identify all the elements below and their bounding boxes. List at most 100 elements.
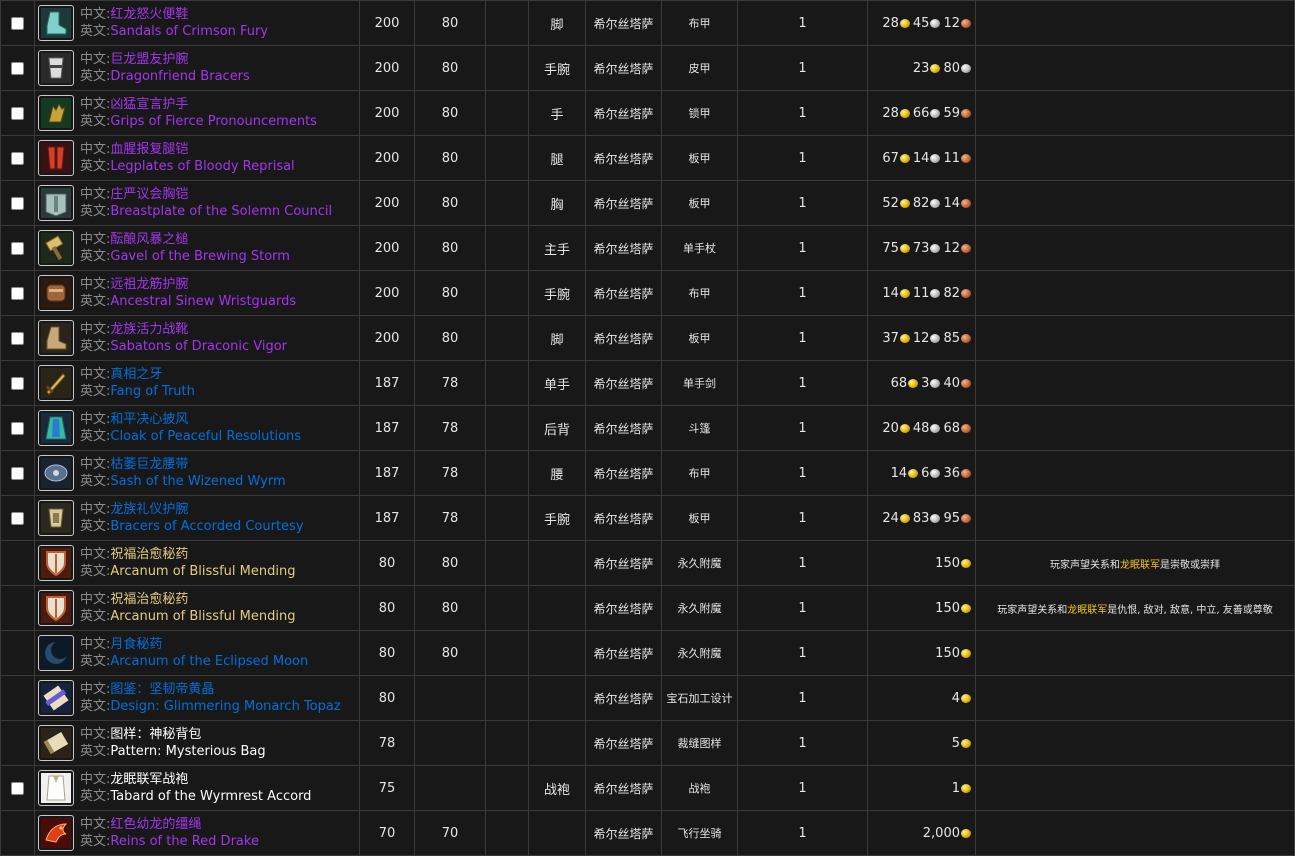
item-name-zh[interactable]: 酝酿风暴之槌 [110,232,188,247]
gavel-icon[interactable] [38,230,74,266]
boots-icon[interactable] [38,5,74,41]
item-name-cell: 中文:凶猛宣言护手 英文:Grips of Fierce Pronouncemen… [34,90,360,136]
item-slot: 脚 [528,315,586,361]
item-name-zh[interactable]: 真相之牙 [110,367,162,382]
item-name-en[interactable]: Sandals of Crimson Fury [110,24,268,39]
item-name-zh[interactable]: 龙眠联军战袍 [110,772,188,787]
requirement-note [975,360,1295,406]
copper-amount: 12 [943,240,960,256]
sash-icon[interactable] [38,455,74,491]
item-name-zh[interactable]: 图样：神秘背包 [110,727,201,742]
shield-icon[interactable] [38,545,74,581]
en-line: 英文:Sabatons of Draconic Vigor [80,338,287,355]
item-slot: 单手 [528,360,586,406]
item-name-zh[interactable]: 和平决心披风 [110,412,188,427]
item-name-zh[interactable]: 龙族活力战靴 [110,322,188,337]
copper-coin-icon [961,153,971,163]
item-name-en[interactable]: Bracers of Accorded Courtesy [110,519,303,534]
zh-label: 中文: [80,502,111,517]
item-name-en[interactable]: Pattern: Mysterious Bag [110,744,265,759]
select-checkbox[interactable] [11,781,24,795]
item-name-zh[interactable]: 月食秘药 [110,637,162,652]
select-cell [0,90,35,136]
bracers-plate-icon[interactable] [38,500,74,536]
gold-amount: 14 [890,465,908,481]
item-name-en[interactable]: Reins of the Red Drake [110,834,259,849]
select-checkbox[interactable] [11,511,24,525]
en-line: 英文:Sash of the Wizened Wyrm [80,473,286,490]
gloves-icon[interactable] [38,95,74,131]
select-checkbox[interactable] [11,106,24,120]
item-name-en[interactable]: Dragonfriend Bracers [110,69,249,84]
item-name-zh[interactable]: 凶猛宣言护手 [110,97,188,112]
item-name-zh[interactable]: 枯萎巨龙腰带 [110,457,188,472]
zh-label: 中文: [80,142,111,157]
bracers-icon[interactable] [38,50,74,86]
item-name-zh[interactable]: 远祖龙筋护腕 [110,277,188,292]
empty-cell [485,135,529,181]
item-name-zh[interactable]: 祝福治愈秘药 [110,547,188,562]
item-name-en[interactable]: Grips of Fierce Pronouncements [110,114,317,129]
stack-quantity: 1 [737,810,868,856]
select-checkbox[interactable] [11,286,24,300]
wristguards-icon[interactable] [38,275,74,311]
item-name-zh[interactable]: 龙族礼仪护腕 [110,502,188,517]
item-name-en[interactable]: Arcanum of the Eclipsed Moon [110,654,308,669]
item-name-en[interactable]: Fang of Truth [110,384,195,399]
item-name-en[interactable]: Gavel of the Brewing Storm [110,249,290,264]
select-checkbox[interactable] [11,196,24,210]
gold-coin-icon [930,63,941,73]
item-name-en[interactable]: Arcanum of Blissful Mending [110,609,295,624]
item-name-en[interactable]: Breastplate of the Solemn Council [110,204,332,219]
required-level: 80 [414,630,486,676]
empty-cell [485,360,529,406]
select-checkbox[interactable] [11,331,24,345]
item-price: 14 11 82 [867,270,976,316]
item-name-zh[interactable]: 图鉴：坚韧帝黄晶 [110,682,214,697]
item-name-zh[interactable]: 红色幼龙的缰绳 [110,817,201,832]
item-name-en[interactable]: Design: Glimmering Monarch Topaz [110,699,340,714]
select-checkbox[interactable] [11,421,24,435]
copper-amount: 95 [943,510,960,526]
item-name-wrap: 中文:祝福治愈秘药 英文:Arcanum of Blissful Mending [35,590,359,626]
item-names: 中文:祝福治愈秘药 英文:Arcanum of Blissful Mending [80,546,295,580]
item-name-zh[interactable]: 巨龙盟友护腕 [110,52,188,67]
item-name-zh[interactable]: 庄严议会胸铠 [110,187,188,202]
item-name-zh[interactable]: 祝福治愈秘药 [110,592,188,607]
scroll-blue-icon[interactable] [38,680,74,716]
breastplate-icon[interactable] [38,185,74,221]
tabard-icon[interactable] [38,770,74,806]
item-name-en[interactable]: Ancestral Sinew Wristguards [110,294,296,309]
faction-link[interactable]: 龙眠联军 [1067,605,1107,616]
drake-icon[interactable] [38,815,74,851]
cloak-icon[interactable] [38,410,74,446]
select-checkbox[interactable] [11,151,24,165]
item-type: 板甲 [661,315,738,361]
legplates-icon[interactable] [38,140,74,176]
sword-icon[interactable] [38,365,74,401]
item-name-zh[interactable]: 红龙怒火便鞋 [110,7,188,22]
item-name-en[interactable]: Tabard of the Wyrmrest Accord [110,789,311,804]
select-checkbox[interactable] [11,466,24,480]
item-name-zh[interactable]: 血腥报复腿铠 [110,142,188,157]
sabatons-icon[interactable] [38,320,74,356]
item-name-en[interactable]: Cloak of Peaceful Resolutions [110,429,301,444]
item-name-en[interactable]: Legplates of Bloody Reprisal [110,159,294,174]
gold-coin-icon [899,108,910,118]
shield-icon[interactable] [38,590,74,626]
zh-label: 中文: [80,277,111,292]
select-checkbox[interactable] [11,241,24,255]
vendor-zone: 希尔丝塔萨 [585,630,662,676]
silver-amount: 12 [912,330,930,346]
select-checkbox[interactable] [11,16,24,30]
item-name-en[interactable]: Sabatons of Draconic Vigor [110,339,287,354]
zh-label: 中文: [80,547,111,562]
item-name-en[interactable]: Sash of the Wizened Wyrm [110,474,285,489]
faction-link[interactable]: 龙眠联军 [1120,560,1160,571]
moon-icon[interactable] [38,635,74,671]
item-name-en[interactable]: Arcanum of Blissful Mending [110,564,295,579]
scroll-icon[interactable] [38,725,74,761]
select-checkbox[interactable] [11,61,24,75]
select-checkbox[interactable] [11,376,24,390]
select-cell [0,675,35,721]
